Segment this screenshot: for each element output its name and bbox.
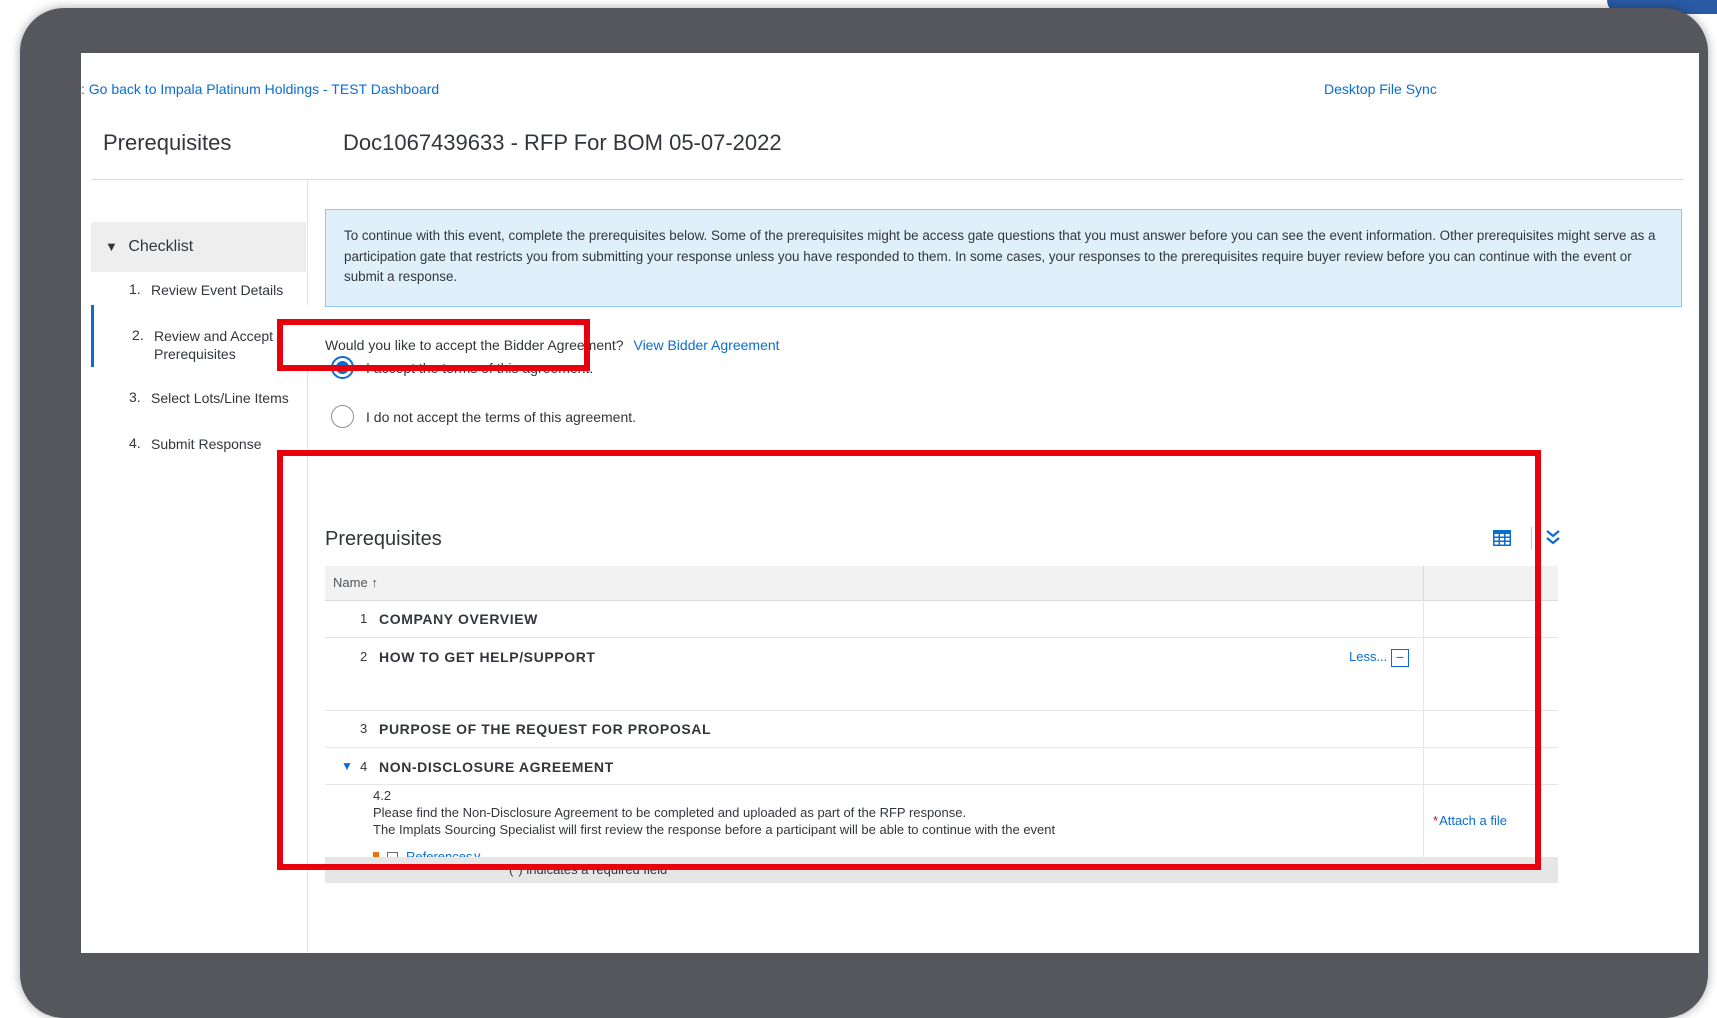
info-message: To continue with this event, complete th… [325, 209, 1682, 307]
step-number: 4. [129, 435, 141, 451]
back-to-dashboard-link[interactable]: : Go back to Impala Platinum Holdings - … [81, 81, 439, 97]
divider [91, 179, 1683, 180]
checklist-step-select-lots[interactable]: 3. Select Lots/Line Items [91, 389, 307, 409]
page-title: Prerequisites [103, 130, 232, 155]
decline-option[interactable]: I do not accept the terms of this agreem… [331, 405, 636, 428]
document-title: Doc1067439633 - RFP For BOM 05-07-2022 [343, 130, 782, 155]
desktop-file-sync-link[interactable]: Desktop File Sync [1324, 81, 1437, 97]
decline-label: I do not accept the terms of this agreem… [366, 408, 637, 425]
step-number: 3. [129, 389, 141, 405]
double-chevron-down-icon[interactable] [1544, 527, 1562, 547]
app-screen: : Go back to Impala Platinum Holdings - … [81, 53, 1699, 953]
checklist-step-review-event-details[interactable]: 1. Review Event Details [91, 281, 307, 301]
step-label: Review Event Details [151, 282, 284, 298]
step-number: 1. [129, 281, 141, 297]
highlight-prerequisites-box [277, 450, 1541, 870]
highlight-accept-box [277, 319, 590, 371]
caret-down-icon: ▼ [105, 239, 118, 254]
step-number: 2. [132, 327, 144, 343]
step-label: Select Lots/Line Items [151, 390, 289, 406]
checklist-step-submit-response[interactable]: 4. Submit Response [91, 435, 307, 455]
device-frame: : Go back to Impala Platinum Holdings - … [20, 8, 1708, 1018]
checklist-title: Checklist [128, 238, 194, 255]
view-bidder-agreement-link[interactable]: View Bidder Agreement [633, 337, 779, 353]
decline-radio[interactable] [331, 405, 354, 428]
checklist-toggle[interactable]: ▼ Checklist [91, 222, 306, 272]
